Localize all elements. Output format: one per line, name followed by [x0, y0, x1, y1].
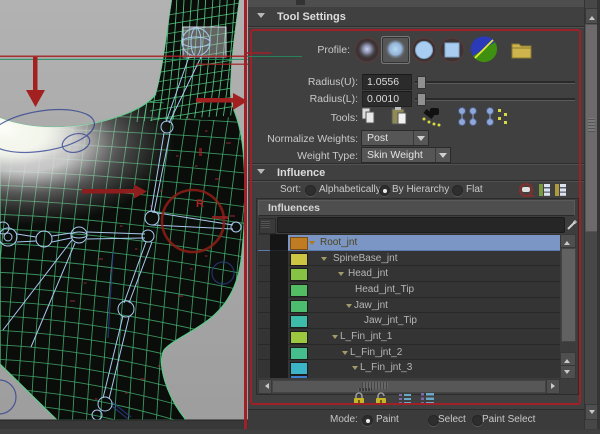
svg-text:R: R [196, 198, 204, 210]
